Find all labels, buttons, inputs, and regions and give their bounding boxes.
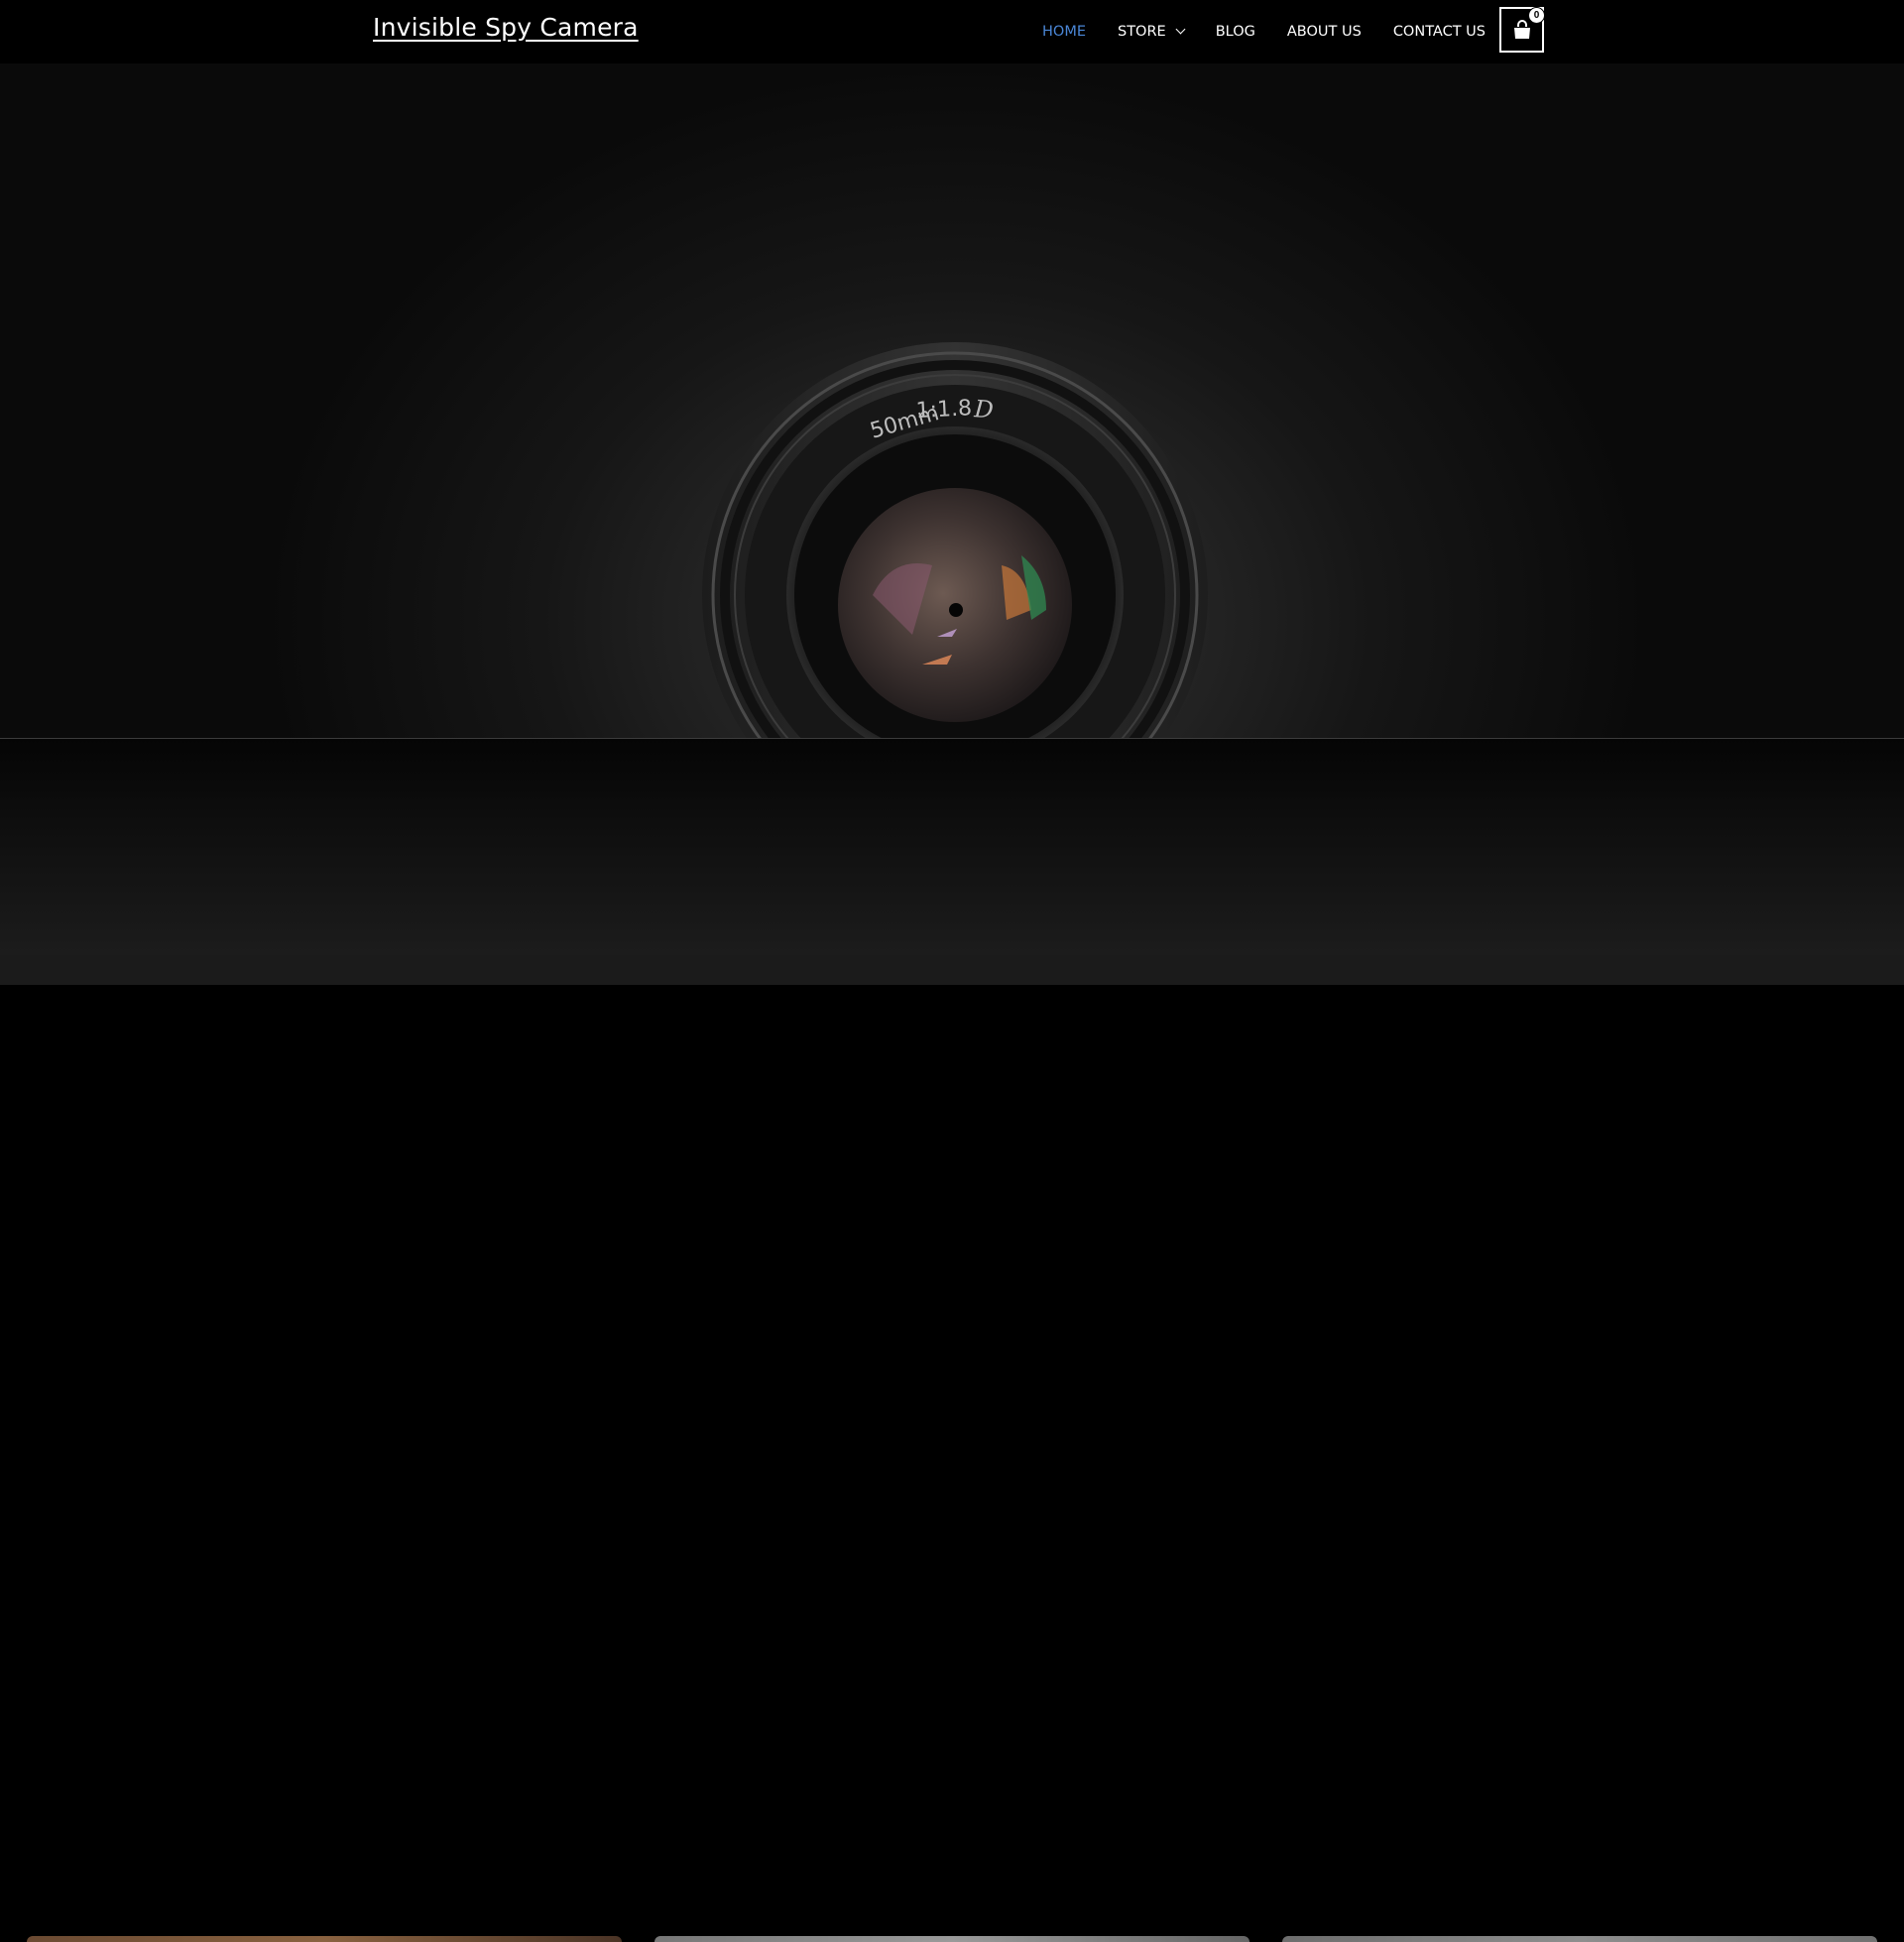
lens-series-marking: D [973, 395, 995, 424]
nav-item-label: ABOUT US [1286, 24, 1362, 40]
product-card-top[interactable] [1282, 1936, 1877, 1942]
cart-count-badge: 0 [1528, 7, 1545, 24]
nav-item-blog[interactable]: BLOG [1200, 24, 1271, 40]
product-card-top[interactable] [27, 1936, 622, 1942]
svg-text:D: D [973, 395, 995, 424]
nav-item-label: STORE [1118, 24, 1166, 40]
hero-banner: 50mm 1:1.8 D [0, 63, 1904, 739]
product-card-top[interactable] [654, 1936, 1250, 1942]
nav-item-label: HOME [1042, 24, 1086, 40]
nav-item-label: BLOG [1215, 24, 1255, 40]
section-band [0, 739, 1904, 955]
shopping-bag-icon [1513, 20, 1530, 39]
chevron-down-icon [1175, 24, 1186, 35]
nav-item-about-us[interactable]: ABOUT US [1271, 24, 1377, 40]
site-title-link[interactable]: Invisible Spy Camera [373, 13, 639, 42]
main-nav: HOME STORE BLOG ABOUT US CONTACT US [1026, 0, 1501, 63]
lens-aperture-marking: 1:1.8 [915, 396, 973, 424]
nav-item-store[interactable]: STORE [1102, 24, 1200, 40]
nav-item-label: CONTACT US [1392, 24, 1487, 40]
site-header: Invisible Spy Camera HOME STORE BLOG ABO… [0, 0, 1904, 63]
camera-lens-image: 50mm 1:1.8 D [702, 342, 1208, 739]
nav-item-contact-us[interactable]: CONTACT US [1377, 24, 1501, 40]
svg-text:1:1.8: 1:1.8 [915, 396, 973, 424]
nav-item-home[interactable]: HOME [1026, 24, 1102, 40]
cart-button[interactable]: 0 [1499, 7, 1545, 53]
products-strip [0, 955, 1904, 1942]
